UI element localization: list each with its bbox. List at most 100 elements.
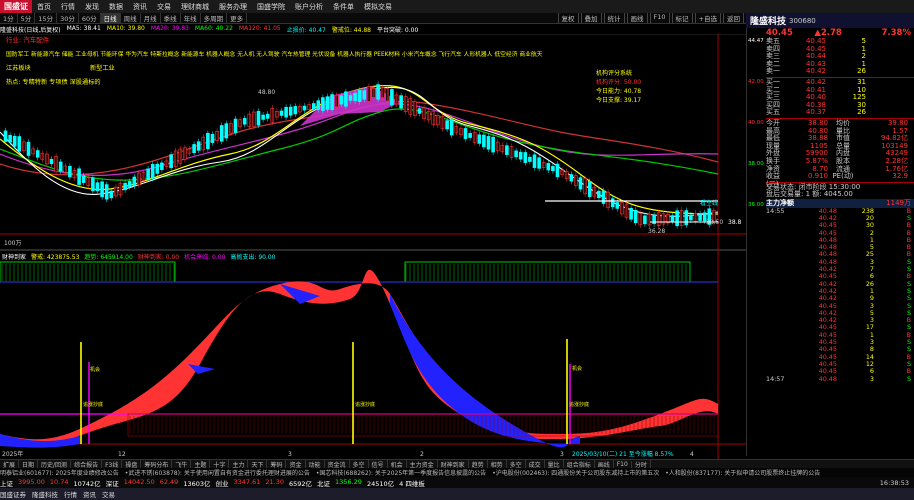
ma-value-2: MA20: 39.83 — [150, 24, 189, 32]
tick-row-3: 40.45 2 B — [766, 229, 914, 237]
indicator-tab-12[interactable]: 筹码 — [267, 460, 287, 468]
indicator-tab-21[interactable]: 趋势 — [469, 460, 488, 468]
ma-value-5: 止损价: 40.47 — [286, 26, 326, 34]
menu-item-data[interactable]: 数据 — [104, 2, 128, 12]
tick-cell-19-0 — [766, 346, 803, 353]
news-item-0[interactable]: 明泰铝业(601677): 2025年度业绩修改公告 — [0, 468, 119, 477]
indicator-tab-18[interactable]: 机会 — [388, 460, 407, 468]
indicator-tab-14[interactable]: 动能 — [306, 460, 325, 468]
menu-item-wealth[interactable]: 理财商城 — [176, 2, 214, 12]
mark-button[interactable]: 标记 — [671, 13, 693, 23]
menu-item-trade[interactable]: 交易 — [152, 2, 176, 12]
indicator-tab-2[interactable]: 历史/回测 — [38, 460, 72, 468]
add-favorite-button[interactable]: +自选 — [694, 13, 721, 23]
news-item-3[interactable]: •沪电股份(002463): 四通股份关于公司股东减持上市的第五次 — [492, 468, 659, 477]
indicator-tab-4[interactable]: F3线 — [102, 460, 123, 468]
indicator-tab-3[interactable]: 综合报告 — [71, 460, 103, 468]
taskbar-item-0[interactable]: 国盛证券 — [0, 489, 26, 499]
menu-item-news[interactable]: 资讯 — [128, 2, 152, 12]
tab-multi-period[interactable]: 多周期 — [201, 13, 228, 23]
indicator-tab-7[interactable]: 飞牛 — [172, 460, 192, 468]
indicator-tab-1[interactable]: 日期 — [19, 460, 39, 468]
taskbar-item-3[interactable]: 资讯 — [83, 489, 96, 499]
tab-monthly[interactable]: 月线 — [141, 13, 161, 23]
ask-row-0-c: 5 — [861, 37, 866, 45]
tab-weekly[interactable]: 周线 — [121, 13, 141, 23]
main-force-row[interactable]: 主力净额 1149万 — [766, 198, 914, 208]
menu-item-service[interactable]: 服务办理 — [214, 2, 252, 12]
tab-1min[interactable]: 1分 — [0, 13, 18, 23]
cursor-date: 2025/03/10(二) 21 至今涨幅 8.57% — [572, 450, 674, 458]
indicator-tab-28[interactable]: F10 — [614, 460, 632, 468]
taskbar-item-2[interactable]: 行情 — [64, 489, 77, 499]
f10-button[interactable]: F10 — [649, 13, 670, 23]
tick-row-9: 40.45 6 B — [766, 273, 914, 281]
back-button[interactable]: 返回 — [723, 13, 744, 23]
indicator-tab-11[interactable]: 天下 — [248, 460, 268, 468]
indicator-tab-13[interactable]: 资金 — [286, 460, 306, 468]
overlay-button[interactable]: 叠加 — [580, 13, 602, 23]
indicator-tab-29[interactable]: 分时 — [632, 460, 651, 468]
tab-daily[interactable]: 日线 — [100, 13, 121, 23]
indicator-tab-25[interactable]: 量比 — [545, 460, 564, 468]
news-item-1[interactable]: •武进不锈(603878): 关于使用闲置自有资金进行委托理财进展的公告 — [125, 468, 310, 477]
date-label-0: 2025年 — [2, 450, 23, 458]
tab-60min[interactable]: 60分 — [79, 13, 101, 23]
tick-list[interactable]: 14:55 40.48 238 B 40.42 20 S 40.45 30 B 40.45 2 B 40.… — [766, 207, 914, 383]
menu-item-academy[interactable]: 国盛学院 — [252, 2, 290, 12]
kline-chart[interactable]: 36.28 48.80 38.50 38.8 看空线 行业: 汽车配件 国防军工… — [0, 33, 746, 459]
restore-button[interactable]: 复权 — [557, 13, 579, 23]
indicator-tab-26[interactable]: 组合指标 — [564, 460, 595, 468]
indicator-tab-5[interactable]: 操盘 — [122, 460, 142, 468]
indicator-tab-15[interactable]: 资金流 — [325, 460, 350, 468]
indicator-tab-16[interactable]: 多空 — [350, 460, 369, 468]
taskbar-item-4[interactable]: 交易 — [102, 489, 115, 499]
indicator-tab-8[interactable]: 主题 — [191, 460, 211, 468]
indicator-tab-27[interactable]: 画线 — [595, 460, 614, 468]
date-label-5: 4 — [690, 451, 694, 458]
sub1-value-0: 警戒: 423875.53 — [31, 254, 80, 261]
stats-button[interactable]: 统计 — [603, 13, 625, 23]
menu-item-discover[interactable]: 发现 — [80, 2, 104, 12]
indicator-tab-22[interactable]: 相势 — [488, 460, 507, 468]
tick-cell-5-0 — [766, 244, 803, 251]
menu-item-condition[interactable]: 条件单 — [328, 2, 359, 12]
ask-row-3: 卖二 40.43 1 — [766, 60, 914, 69]
menu-item-account[interactable]: 账户分析 — [290, 2, 328, 12]
bid-list: 买一 40.42 31 买二 40.41 10 买三 40.40 125 买四 40.38 30 买五 4… — [766, 78, 914, 117]
tab-yearly[interactable]: 年线 — [181, 13, 201, 23]
stock-name: 隆盛科技 — [750, 17, 787, 27]
tick-row-22: 40.45 6 B — [766, 367, 914, 375]
date-label-2: 3 — [288, 451, 292, 458]
indicator-tab-19[interactable]: 主力资金 — [407, 460, 438, 468]
indicator-tab-17[interactable]: 信号 — [369, 460, 388, 468]
draw-button[interactable]: 画线 — [626, 13, 648, 23]
tab-more[interactable]: 更多 — [227, 13, 248, 23]
tick-row-10: 40.42 26 S — [766, 280, 914, 288]
tick-cell-8-0 — [766, 266, 803, 273]
tab-15min[interactable]: 15分 — [35, 13, 58, 23]
tab-quarterly[interactable]: 季线 — [161, 13, 181, 23]
tick-row-16: 40.45 17 S — [766, 324, 914, 332]
ma-value-0: MA5: 38.41 — [66, 24, 101, 32]
news-item-4[interactable]: •人和股份(837177): 关于拟申请公司股票终止挂牌的公告 — [665, 468, 820, 477]
stock-title: 隆盛科技 300680 — [746, 13, 914, 28]
tick-cell-6-0 — [766, 251, 803, 258]
quote-head: 40.45 ▲2.78 7.38% — [766, 28, 914, 38]
menu-item-quotes[interactable]: 行情 — [56, 2, 80, 12]
indicator-tab-20[interactable]: 财神到家 — [438, 460, 469, 468]
indicator-tab-6[interactable]: 筹码分布 — [141, 460, 173, 468]
indicator-tab-9[interactable]: 十字 — [210, 460, 230, 468]
news-item-2[interactable]: •国芯科技(688262): 关于2025年第一季度报告信息披露的公告 — [316, 468, 486, 477]
tick-cell-14-0 — [766, 310, 803, 317]
indicator-tab-24[interactable]: 成交 — [526, 460, 545, 468]
taskbar-item-1[interactable]: 隆盛科技 — [32, 489, 58, 499]
indicator-tab-23[interactable]: 多空 — [507, 460, 526, 468]
index-item-6: 62.49 — [159, 477, 179, 486]
tab-30min[interactable]: 30分 — [57, 13, 79, 23]
indicator-tab-0[interactable]: 扩展 — [0, 460, 20, 468]
menu-item-simulate[interactable]: 模拟交易 — [359, 2, 397, 12]
indicator-tab-10[interactable]: 主力 — [229, 460, 249, 468]
tab-5min[interactable]: 5分 — [18, 13, 36, 23]
menu-item-home[interactable]: 首页 — [32, 2, 56, 12]
